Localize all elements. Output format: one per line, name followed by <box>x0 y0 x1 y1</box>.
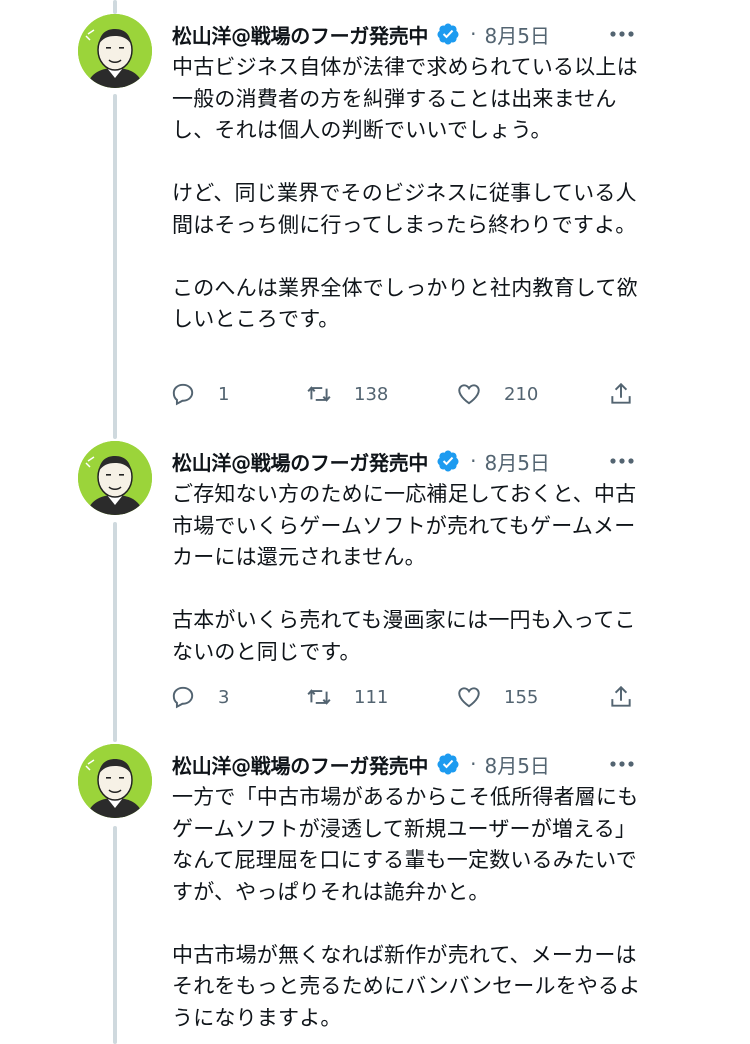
retweet-count: 111 <box>354 686 389 708</box>
share-icon <box>611 382 631 404</box>
verified-badge-icon <box>436 449 460 473</box>
separator-dot: · <box>470 449 477 473</box>
verified-badge-icon <box>436 752 460 776</box>
more-options-icon[interactable] <box>608 14 636 54</box>
retweet-icon <box>307 689 331 705</box>
reply-button[interactable]: 1 <box>170 379 229 409</box>
tweet-text: ご存知ない方のために一応補足しておくと、中古市場でいくらゲームソフトが売れてもゲ… <box>172 479 652 668</box>
tweet-paragraph: 中古ビジネス自体が法律で求められている以上は一般の消費者の方を糾弾することは出来… <box>172 55 638 142</box>
like-button[interactable]: 210 <box>456 379 538 409</box>
more-options-icon[interactable] <box>608 441 636 481</box>
share-button[interactable] <box>608 379 634 409</box>
tweet-date[interactable]: 8月5日 <box>484 750 549 779</box>
tweet[interactable]: 松山洋@戦場のフーガ発売中 · 8月5日 ご存知ない方のために一応補足しておくと… <box>0 441 750 721</box>
tweet-header: 松山洋@戦場のフーガ発売中 · 8月5日 <box>172 441 642 481</box>
retweet-button[interactable]: 111 <box>306 682 388 712</box>
more-options-icon[interactable] <box>608 744 636 784</box>
tweet-paragraph: 中古市場が無くなれば新作が売れて、メーカーはそれをもっと売るためにバンバンセール… <box>172 942 641 1030</box>
reply-icon <box>172 383 194 406</box>
reply-button[interactable]: 3 <box>170 682 229 712</box>
heart-icon <box>458 687 480 708</box>
tweet-paragraph: 古本がいくら売れても漫画家には一円も入ってこないのと同じです。 <box>172 608 636 664</box>
tweet-text: 中古ビジネス自体が法律で求められている以上は一般の消費者の方を糾弾することは出来… <box>172 52 652 336</box>
thread-line <box>113 0 117 14</box>
avatar[interactable] <box>78 744 152 818</box>
like-button[interactable]: 155 <box>456 682 538 712</box>
tweet-header: 松山洋@戦場のフーガ発売中 · 8月5日 <box>172 744 642 784</box>
tweet-date[interactable]: 8月5日 <box>484 447 549 476</box>
tweet-paragraph: けど、同じ業界でそのビジネスに従事している人間はそっち側に行ってしまったら終わり… <box>172 181 637 237</box>
avatar[interactable] <box>78 441 152 515</box>
author-name[interactable]: 松山洋@戦場のフーガ発売中 <box>172 447 428 476</box>
reply-count: 3 <box>218 686 230 708</box>
reply-count: 1 <box>218 383 230 405</box>
like-count: 155 <box>504 686 539 708</box>
author-name[interactable]: 松山洋@戦場のフーガ発売中 <box>172 20 428 49</box>
tweet-paragraph: このへんは業界全体でしっかりと社内教育して欲しいところです。 <box>172 275 638 332</box>
author-name[interactable]: 松山洋@戦場のフーガ発売中 <box>172 750 428 779</box>
avatar-illustration <box>78 441 152 515</box>
retweet-count: 138 <box>354 383 389 405</box>
separator-dot: · <box>470 752 477 776</box>
avatar-illustration <box>78 14 152 88</box>
avatar-illustration <box>78 744 152 818</box>
tweet-actions: 1 138 210 <box>170 379 640 409</box>
tweet[interactable]: 松山洋@戦場のフーガ発売中 · 8月5日 一方で「中古市場があるからこそ低所得者… <box>0 744 750 1044</box>
reply-icon <box>172 686 194 709</box>
tweet-header: 松山洋@戦場のフーガ発売中 · 8月5日 <box>172 14 642 54</box>
tweet-paragraph: ご存知ない方のために一応補足しておくと、中古市場でいくらゲームソフトが売れてもゲ… <box>172 482 637 569</box>
tweet[interactable]: 松山洋@戦場のフーガ発売中 · 8月5日 中古ビジネス自体が法律で求められている… <box>0 14 750 414</box>
separator-dot: · <box>470 22 477 46</box>
tweet-text: 一方で「中古市場があるからこそ低所得者層にもゲームソフトが浸透して新規ユーザーが… <box>172 782 652 1034</box>
tweet-actions: 3 111 155 <box>170 682 640 712</box>
tweet-date[interactable]: 8月5日 <box>484 20 549 49</box>
share-button[interactable] <box>608 682 634 712</box>
retweet-icon <box>307 386 331 402</box>
retweet-button[interactable]: 138 <box>306 379 388 409</box>
tweet-paragraph: 一方で「中古市場があるからこそ低所得者層にもゲームソフトが浸透して新規ユーザーが… <box>172 785 639 904</box>
like-count: 210 <box>504 383 539 405</box>
avatar[interactable] <box>78 14 152 88</box>
verified-badge-icon <box>436 22 460 46</box>
share-icon <box>611 685 631 707</box>
heart-icon <box>458 384 480 405</box>
